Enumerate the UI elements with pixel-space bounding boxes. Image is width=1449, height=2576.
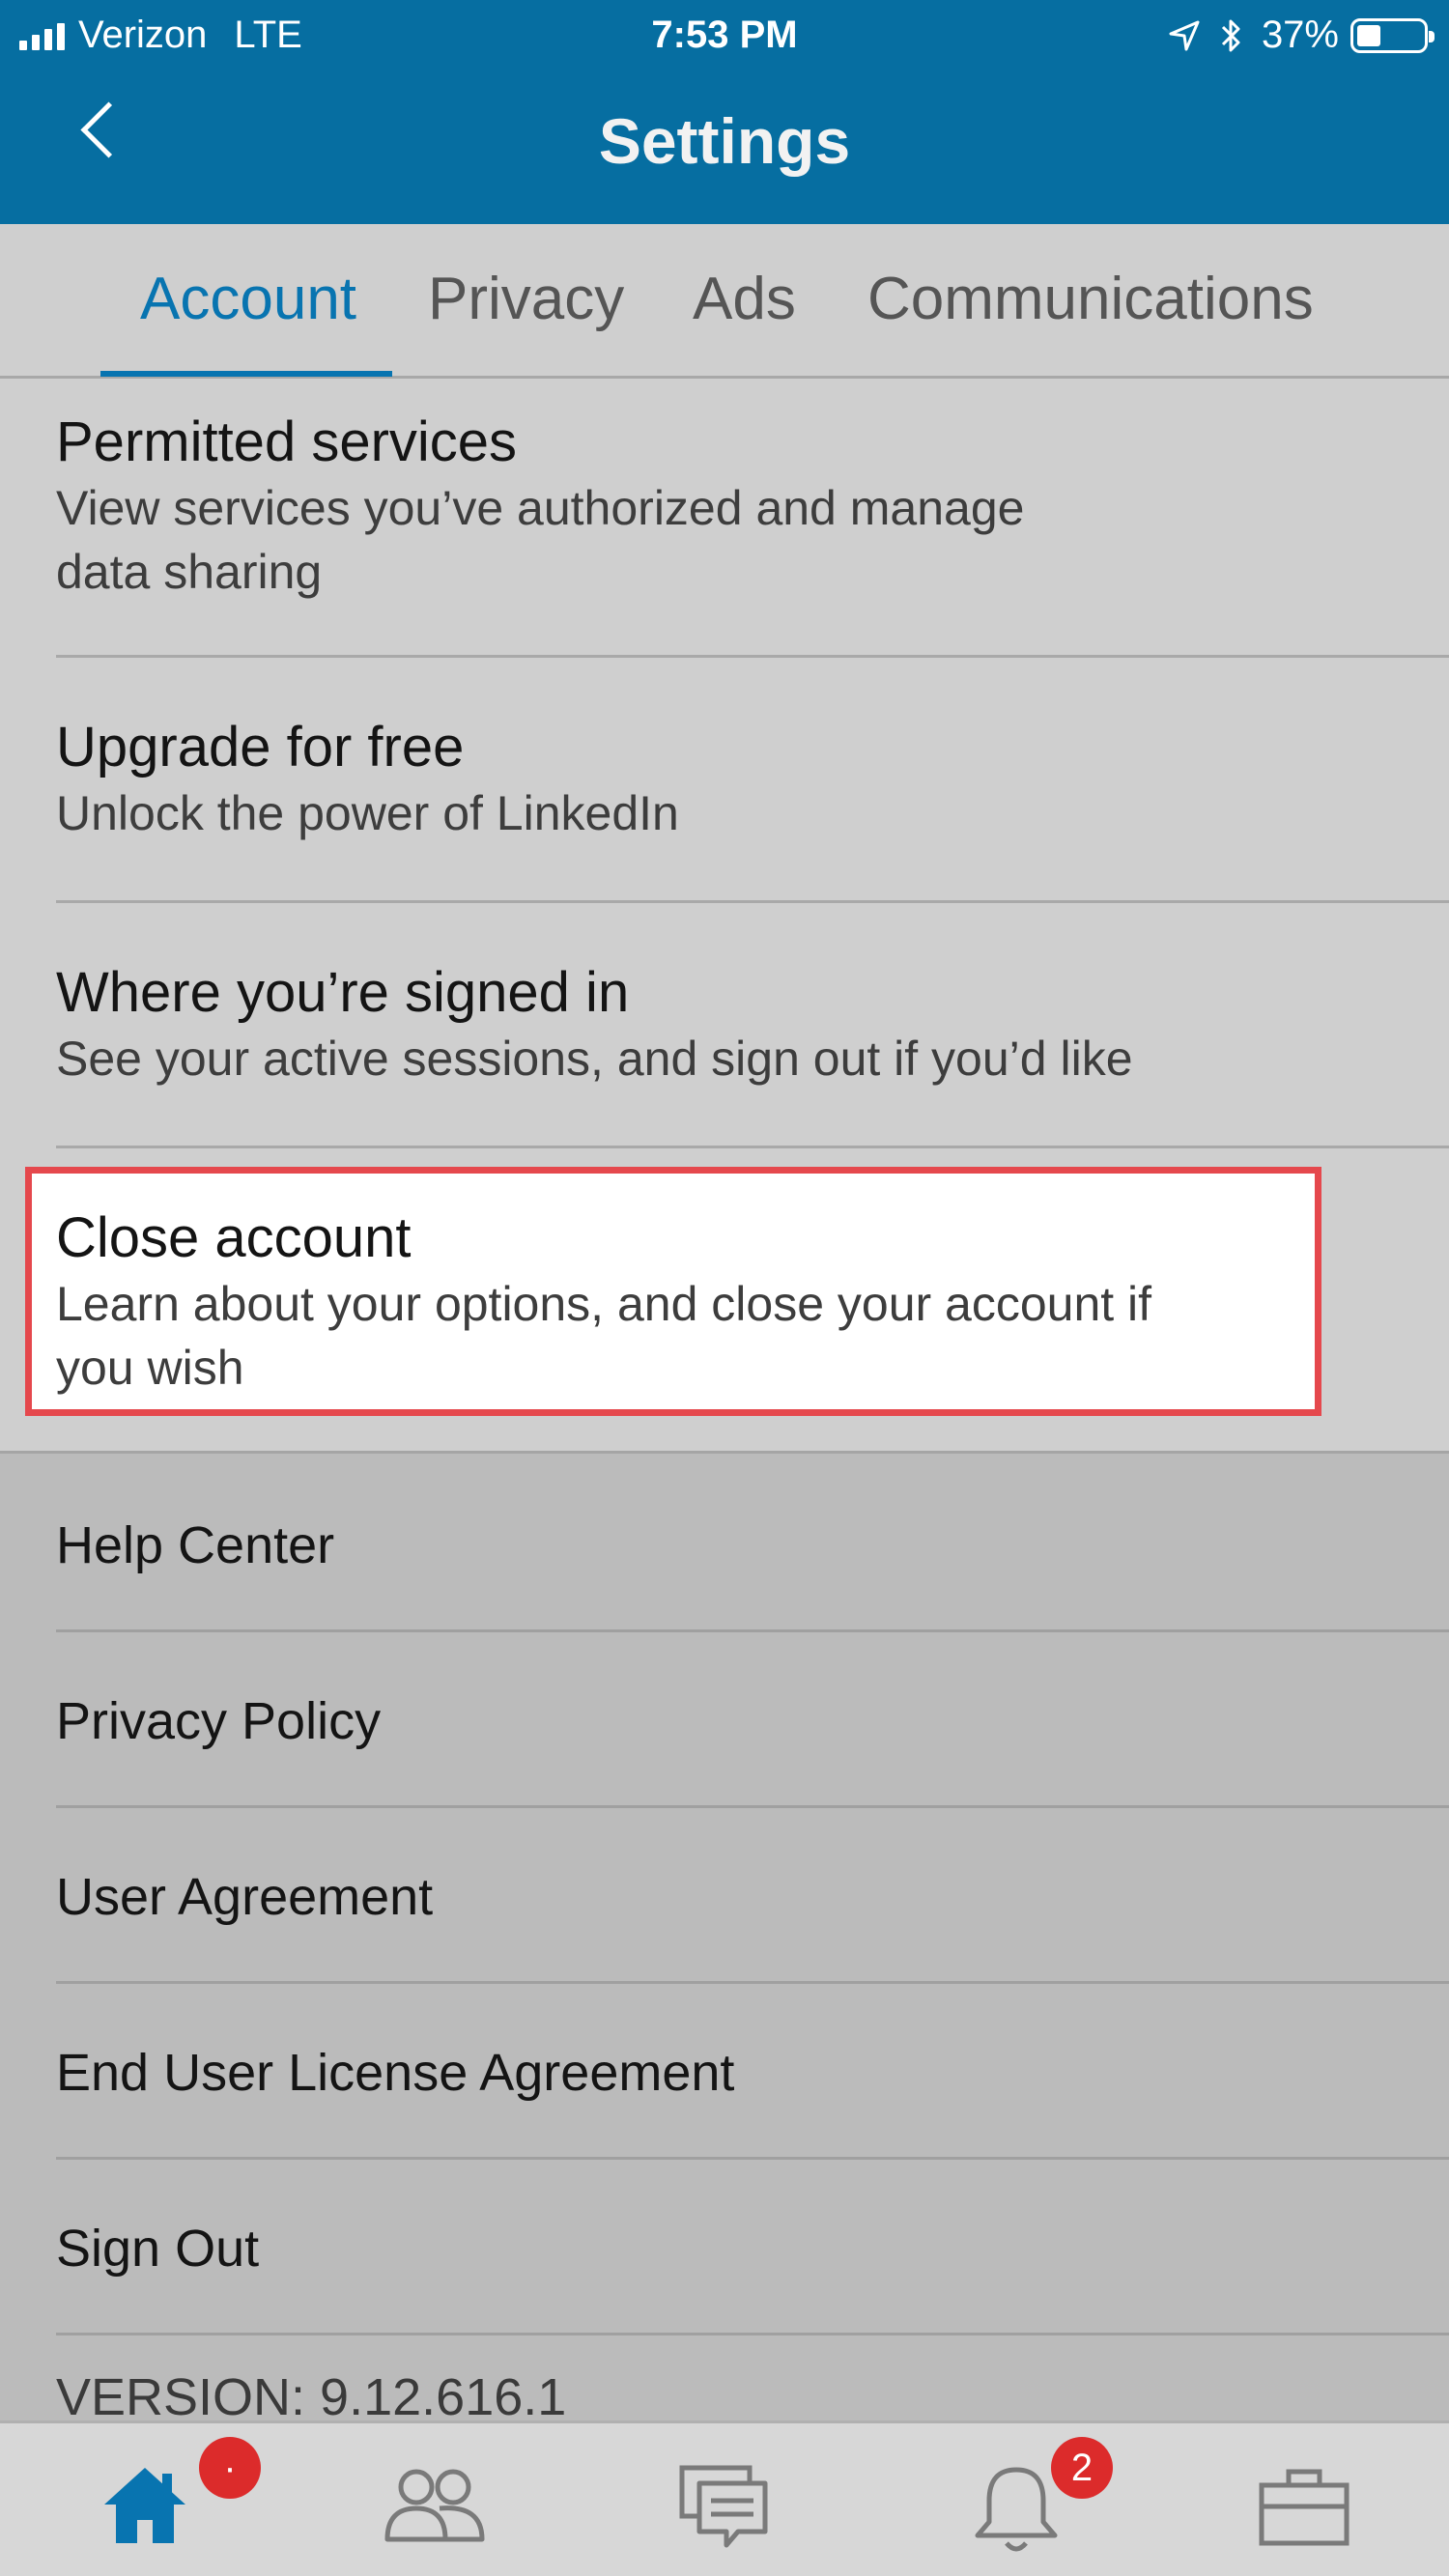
divider [56,1146,1449,1148]
item-subtitle-line-1: View services you’ve authorized and mana… [56,481,1025,535]
account-item-where-signed-in[interactable]: Where you’re signed in See your active s… [56,960,1449,1089]
privacy-policy-link[interactable]: Privacy Policy [56,1691,381,1751]
links-section: Help Center Privacy Policy User Agreemen… [0,1451,1449,2426]
help-center-link[interactable]: Help Center [56,1515,334,1575]
tab-communications[interactable]: Communications [867,265,1314,379]
bluetooth-icon [1221,19,1240,51]
active-tab-indicator [100,371,392,377]
nav-my-network[interactable] [382,2462,485,2559]
account-item-upgrade[interactable]: Upgrade for free Unlock the power of Lin… [56,715,1449,843]
status-bar: Verizon LTE 7:53 PM 37% [0,0,1449,70]
tab-account[interactable]: Account [140,265,356,379]
divider [56,1805,1449,1808]
page-title: Settings [598,105,851,177]
eula-link[interactable]: End User License Agreement [56,2043,734,2103]
bottom-nav: · 2 [0,2420,1449,2576]
battery-percent: 37% [1261,14,1339,56]
item-subtitle-line-1: See your active sessions, and sign out i… [56,1032,1133,1086]
notifications-badge: 2 [1051,2437,1113,2499]
divider [56,2157,1449,2160]
tab-ads[interactable]: Ads [693,265,796,379]
item-subtitle-line-2: you wish [56,1341,244,1395]
account-item-close-account[interactable]: Close account Learn about your options, … [56,1205,1449,1398]
divider [56,1629,1449,1632]
user-agreement-link[interactable]: User Agreement [56,1867,433,1927]
home-badge: · [199,2437,261,2499]
item-title: Where you’re signed in [56,961,630,1024]
notifications-icon [975,2467,1058,2552]
jobs-icon [1259,2469,1350,2546]
item-title: Upgrade for free [56,716,465,778]
item-title: Permitted services [56,410,518,473]
divider [56,1981,1449,1984]
divider [56,900,1449,903]
header-bar: Verizon LTE 7:53 PM 37% Settings [0,0,1449,224]
item-title: Close account [56,1206,412,1269]
divider [56,2333,1449,2335]
battery-icon [1350,17,1435,53]
location-icon [1169,20,1200,50]
my-network-icon [384,2469,485,2542]
account-item-permitted-services[interactable]: Permitted services View services you’ve … [56,410,1449,602]
battery-level-fill [1357,24,1380,46]
messaging-icon [679,2465,768,2548]
item-subtitle-line-2: data sharing [56,545,323,599]
tab-privacy[interactable]: Privacy [428,265,624,379]
version-label: VERSION: 9.12.616.1 [56,2368,567,2426]
divider [56,655,1449,658]
nav-home[interactable] [97,2462,193,2559]
nav-messaging[interactable] [676,2462,773,2559]
nav-notifications[interactable] [968,2462,1065,2559]
home-icon [104,2468,185,2543]
sign-out-link[interactable]: Sign Out [56,2219,259,2279]
settings-tabs: Account Privacy Ads Communications [0,224,1449,379]
item-subtitle-line-1: Unlock the power of LinkedIn [56,786,679,840]
nav-jobs[interactable] [1256,2462,1352,2559]
item-subtitle-line-1: Learn about your options, and close your… [56,1277,1152,1331]
